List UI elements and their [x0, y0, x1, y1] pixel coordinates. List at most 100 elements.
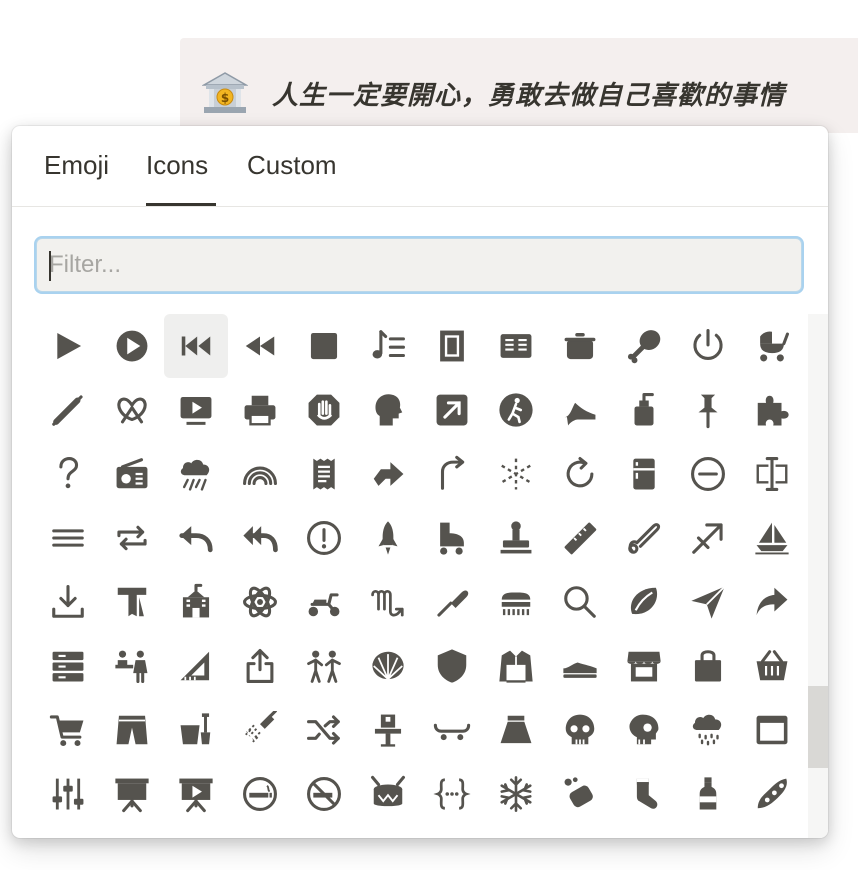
- callout-text[interactable]: 人生一定要開心，勇敢去做自己喜歡的事情: [272, 75, 785, 112]
- redo-icon[interactable]: [420, 442, 484, 506]
- scorpio-icon[interactable]: [356, 570, 420, 634]
- skull-icon[interactable]: [548, 698, 612, 762]
- exclamation-circle-icon[interactable]: [292, 506, 356, 570]
- refrigerator-icon[interactable]: [612, 442, 676, 506]
- soap-bottle-icon[interactable]: [612, 378, 676, 442]
- tab-emoji[interactable]: Emoji: [44, 150, 116, 206]
- shopping-cart-icon[interactable]: [36, 698, 100, 762]
- puzzle-icon[interactable]: [740, 378, 804, 442]
- partial-row-icon[interactable]: [484, 826, 548, 838]
- safety-pin-icon[interactable]: [612, 506, 676, 570]
- school-icon[interactable]: [164, 570, 228, 634]
- skirt-icon[interactable]: [484, 698, 548, 762]
- partial-row-icon[interactable]: [164, 826, 228, 838]
- pushpin-icon[interactable]: [676, 378, 740, 442]
- skip-back-icon[interactable]: [164, 314, 228, 378]
- soda-bottle-icon[interactable]: [676, 762, 740, 826]
- partial-row-icon[interactable]: [228, 826, 292, 838]
- newspaper-icon[interactable]: [484, 314, 548, 378]
- no-smoking-icon[interactable]: [292, 762, 356, 826]
- drumstick-icon[interactable]: [612, 314, 676, 378]
- soybean-icon[interactable]: [740, 762, 804, 826]
- roller-skate-icon[interactable]: [420, 506, 484, 570]
- rubber-stamp-icon[interactable]: [484, 506, 548, 570]
- arrow-up-right-square-icon[interactable]: [420, 378, 484, 442]
- sliders-icon[interactable]: [36, 762, 100, 826]
- partial-row-icon[interactable]: [676, 826, 740, 838]
- smoking-icon[interactable]: [228, 762, 292, 826]
- curly-braces-icon[interactable]: [420, 762, 484, 826]
- reply-all-icon[interactable]: [228, 506, 292, 570]
- scrub-brush-icon[interactable]: [484, 570, 548, 634]
- tab-custom[interactable]: Custom: [247, 150, 349, 206]
- partial-row-icon[interactable]: [612, 826, 676, 838]
- pot-icon[interactable]: [548, 314, 612, 378]
- share-arrow-icon[interactable]: [740, 570, 804, 634]
- head-profile-icon[interactable]: [356, 378, 420, 442]
- question-icon[interactable]: [36, 442, 100, 506]
- shopping-basket-icon[interactable]: [740, 634, 804, 698]
- presentation-play-icon[interactable]: [164, 762, 228, 826]
- right-arrow-icon[interactable]: [356, 442, 420, 506]
- hand-stop-icon[interactable]: [292, 378, 356, 442]
- partial-row-icon[interactable]: [100, 826, 164, 838]
- shower-icon[interactable]: [228, 698, 292, 762]
- scarf-icon[interactable]: [100, 570, 164, 634]
- stop-icon[interactable]: [292, 314, 356, 378]
- remove-circle-icon[interactable]: [676, 442, 740, 506]
- sleet-cloud-icon[interactable]: [676, 698, 740, 762]
- shop-icon[interactable]: [612, 634, 676, 698]
- snowflake-icon[interactable]: [484, 762, 548, 826]
- partial-row-icon[interactable]: [356, 826, 420, 838]
- shell-icon[interactable]: [356, 634, 420, 698]
- search-icon[interactable]: [548, 570, 612, 634]
- receipt-icon[interactable]: [292, 442, 356, 506]
- slideshow-icon[interactable]: [740, 698, 804, 762]
- partial-row-icon[interactable]: [36, 826, 100, 838]
- refresh-icon[interactable]: [548, 442, 612, 506]
- rain-cloud-icon[interactable]: [164, 442, 228, 506]
- shorts-icon[interactable]: [100, 698, 164, 762]
- partial-row-icon[interactable]: [548, 826, 612, 838]
- high-heel-icon[interactable]: [548, 378, 612, 442]
- filter-input[interactable]: [36, 238, 802, 292]
- science-atom-icon[interactable]: [228, 570, 292, 634]
- play-circle-icon[interactable]: [100, 314, 164, 378]
- sink-icon[interactable]: [356, 698, 420, 762]
- shopping-bag-icon[interactable]: [676, 634, 740, 698]
- partial-row-icon[interactable]: [292, 826, 356, 838]
- shirt-icon[interactable]: [484, 634, 548, 698]
- video-play-icon[interactable]: [164, 378, 228, 442]
- sailboat-icon[interactable]: [740, 506, 804, 570]
- stroller-icon[interactable]: [740, 314, 804, 378]
- postage-stamp-icon[interactable]: [420, 314, 484, 378]
- play-icon[interactable]: [36, 314, 100, 378]
- sock-icon[interactable]: [612, 762, 676, 826]
- bank-icon[interactable]: $: [201, 71, 249, 115]
- rocket-icon[interactable]: [356, 506, 420, 570]
- scooter-icon[interactable]: [292, 570, 356, 634]
- pedestrian-circle-icon[interactable]: [484, 378, 548, 442]
- snare-drum-icon[interactable]: [356, 762, 420, 826]
- service-counter-icon[interactable]: [100, 634, 164, 698]
- rainbow-icon[interactable]: [228, 442, 292, 506]
- skateboard-icon[interactable]: [420, 698, 484, 762]
- set-square-icon[interactable]: [164, 634, 228, 698]
- printer-icon[interactable]: [228, 378, 292, 442]
- shovel-bucket-icon[interactable]: [164, 698, 228, 762]
- power-icon[interactable]: [676, 314, 740, 378]
- partial-row-icon[interactable]: [740, 826, 804, 838]
- send-plane-icon[interactable]: [676, 570, 740, 634]
- tab-icons[interactable]: Icons: [146, 150, 216, 206]
- share-upload-icon[interactable]: [228, 634, 292, 698]
- people-holding-icon[interactable]: [292, 634, 356, 698]
- rewind-icon[interactable]: [228, 314, 292, 378]
- shuffle-icon[interactable]: [292, 698, 356, 762]
- sagittarius-icon[interactable]: [676, 506, 740, 570]
- playlist-icon[interactable]: [356, 314, 420, 378]
- presentation-icon[interactable]: [100, 762, 164, 826]
- server-icon[interactable]: [36, 634, 100, 698]
- pen-icon[interactable]: [36, 378, 100, 442]
- reorder-lines-icon[interactable]: [36, 506, 100, 570]
- recycle-spark-icon[interactable]: [484, 442, 548, 506]
